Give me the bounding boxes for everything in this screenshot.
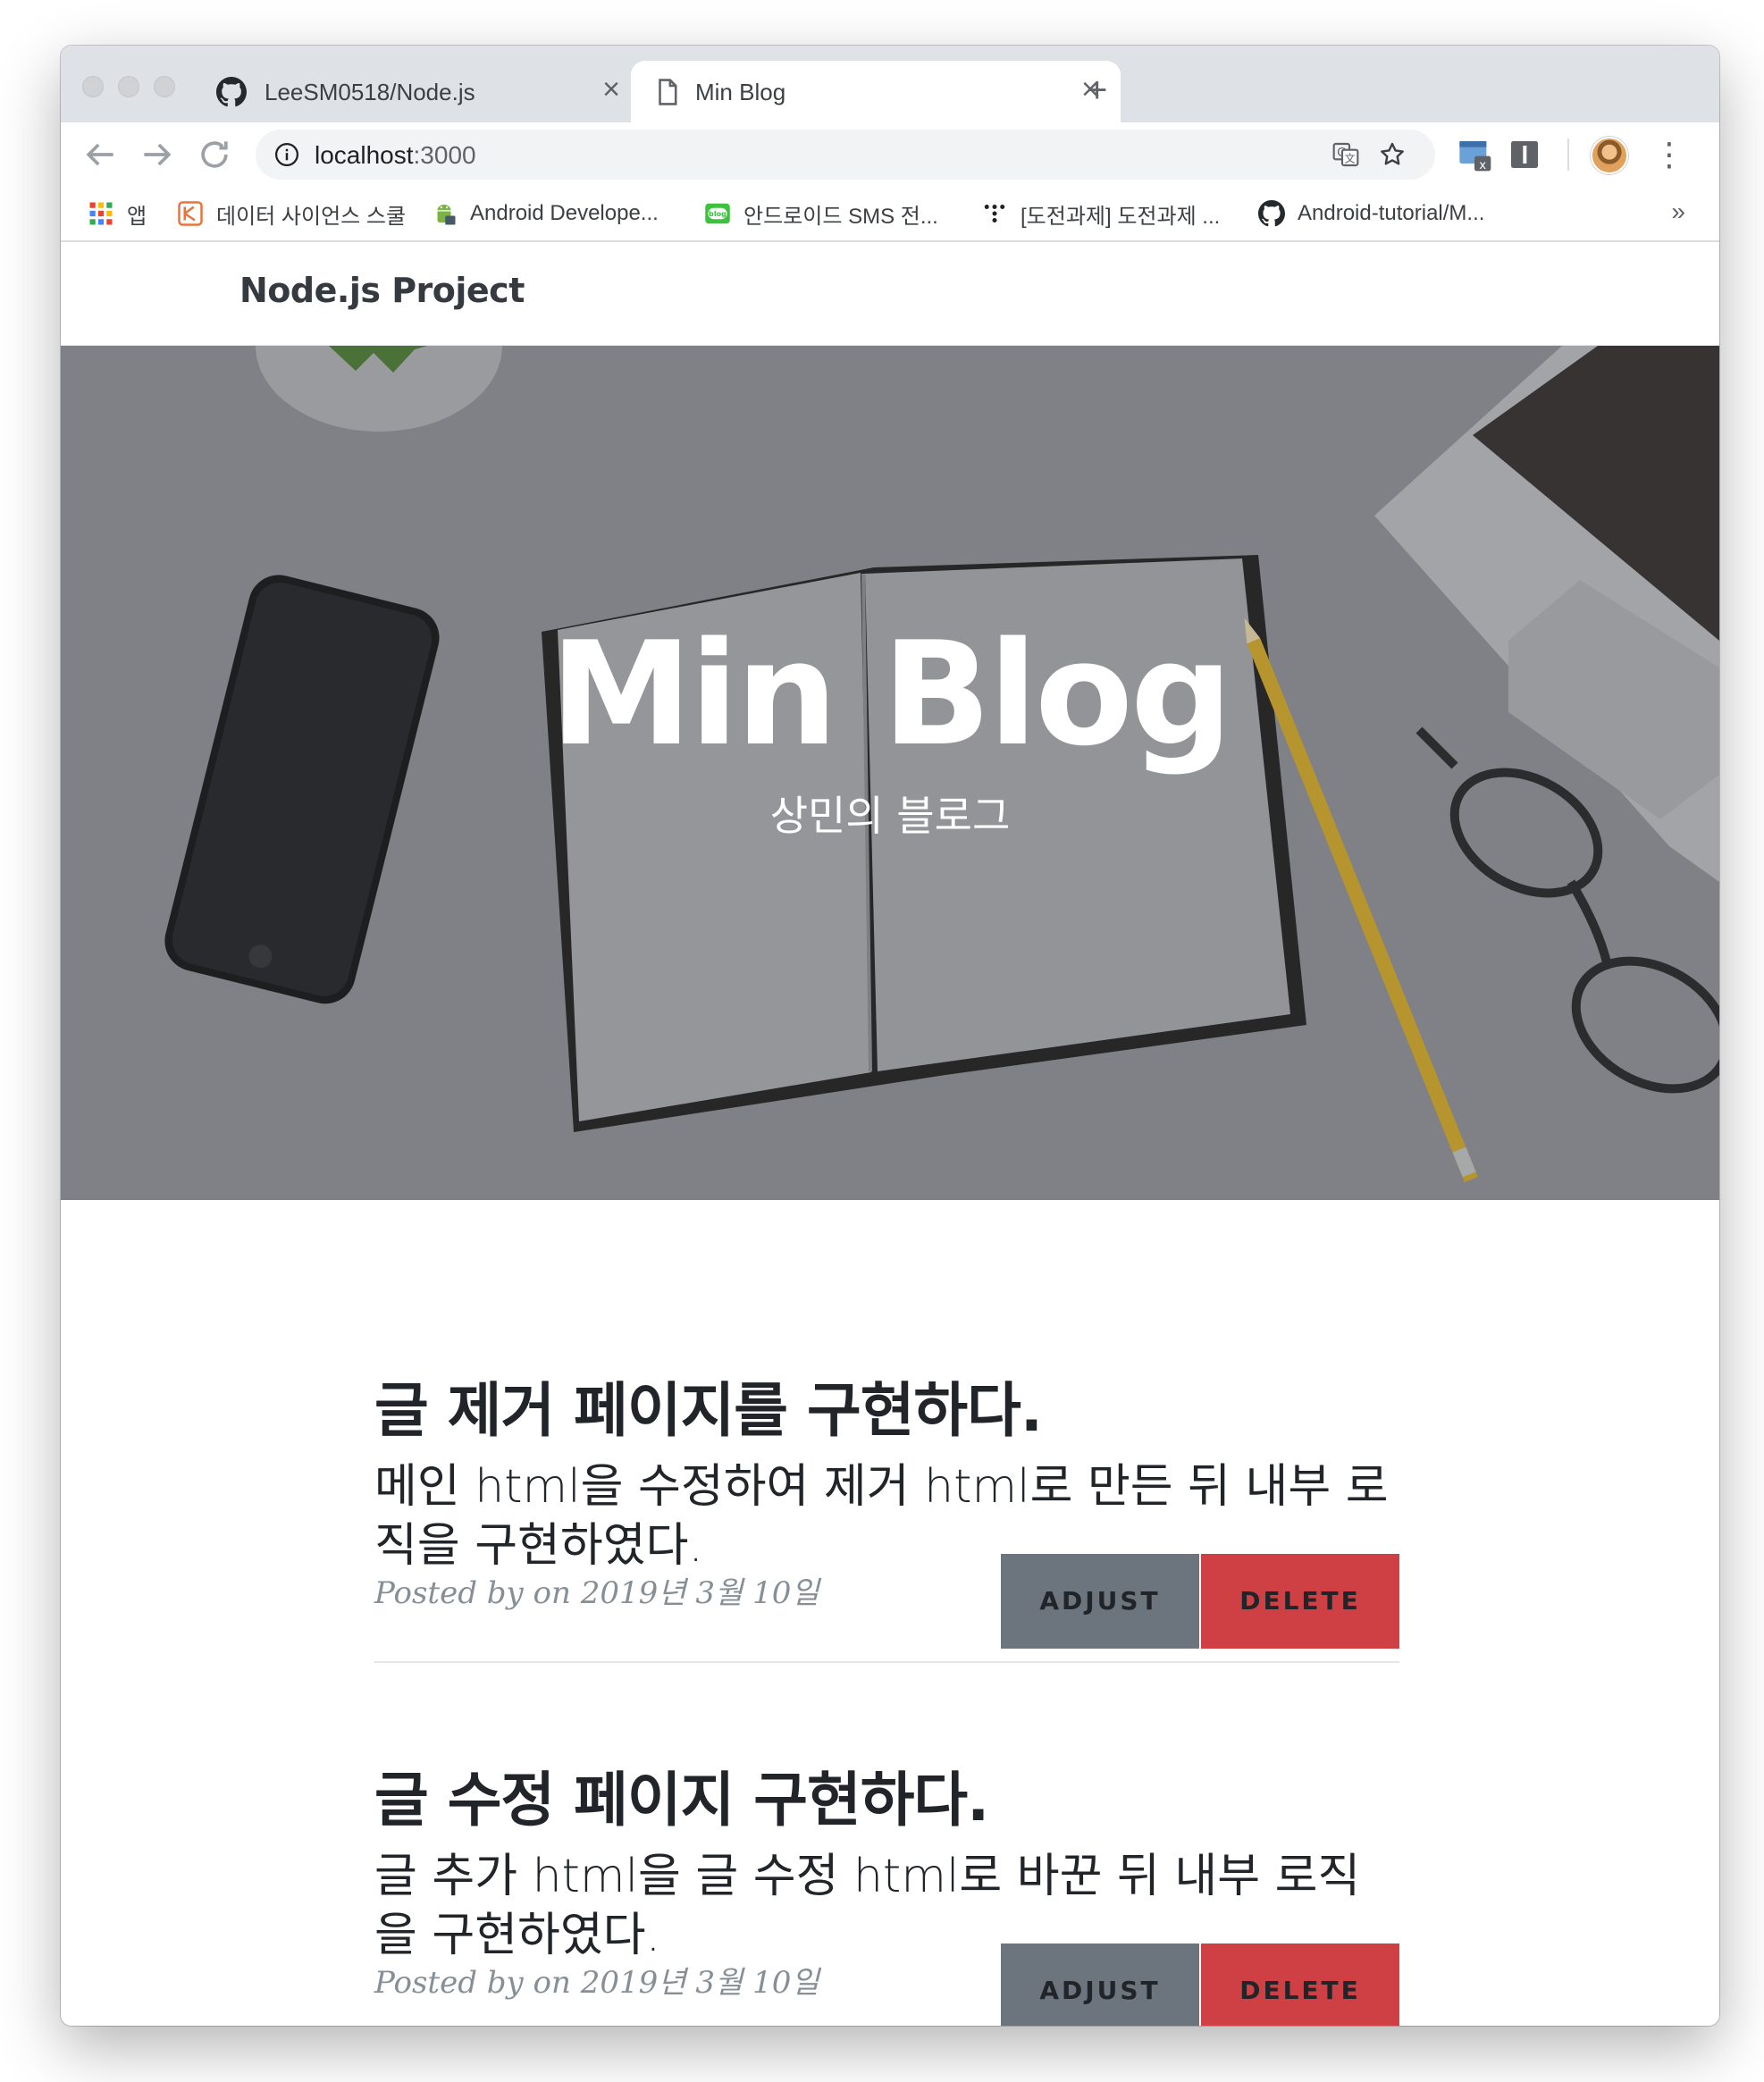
post-meta: Posted by on 2019년 3월 10일 xyxy=(374,1575,819,1611)
adjust-button[interactable]: ADJUST xyxy=(1001,1943,1199,2026)
extension-i-icon[interactable] xyxy=(1507,137,1542,172)
tab-title: Min Blog xyxy=(695,79,786,105)
tab-title: LeeSM0518/Node.js xyxy=(265,79,475,105)
tab-strip: LeeSM0518/Node.js × Min Blog × + xyxy=(61,46,1719,122)
post-meta: Posted by on 2019년 3월 10일 xyxy=(374,1965,819,2001)
android-icon xyxy=(437,205,456,225)
bookmark-datascience[interactable]: 데이터 사이언스 스쿨 xyxy=(177,199,407,229)
profile-avatar[interactable] xyxy=(1591,137,1628,174)
bookmarks-overflow-button[interactable]: » xyxy=(1671,197,1685,226)
bookmark-label: 앱 xyxy=(127,204,147,229)
translate-icon[interactable]: G 文 xyxy=(1331,140,1360,169)
post-preview: 글 수정 페이지 구현하다. 글 추가 html을 글 수정 html로 바꾼 … xyxy=(374,1763,1399,1965)
bookmark-challenge[interactable]: [도전과제] 도전과제 ... xyxy=(981,199,1221,229)
blog-icon: blog xyxy=(705,203,730,224)
reload-icon[interactable] xyxy=(195,135,234,174)
bookmark-android-developers[interactable]: Android Develope... xyxy=(431,199,659,228)
svg-text:文: 文 xyxy=(1345,152,1356,165)
bookmark-label: 안드로이드 SMS 전... xyxy=(743,204,938,229)
forward-icon[interactable] xyxy=(138,135,177,174)
adjust-button[interactable]: ADJUST xyxy=(1001,1554,1199,1649)
page-viewport[interactable]: Node.js Project Min Blog 상민의 블로그 글 제거 페이… xyxy=(61,244,1719,2026)
post-title[interactable]: 글 수정 페이지 구현하다. xyxy=(374,1763,1399,1838)
dots-icon xyxy=(984,205,1005,222)
post-preview: 글 제거 페이지를 구현하다. 메인 html을 수정하여 제거 html로 만… xyxy=(374,1373,1399,1575)
post-divider xyxy=(374,1661,1399,1663)
document-icon xyxy=(659,79,677,105)
masthead-hero: Min Blog 상민의 블로그 xyxy=(61,346,1719,1200)
github-icon xyxy=(216,77,247,107)
post-title[interactable]: 글 제거 페이지를 구현하다. xyxy=(374,1373,1399,1448)
url-text: localhost:3000 xyxy=(315,141,476,170)
browser-toolbar: localhost:3000 G 文 x ⋮ xyxy=(61,122,1719,187)
bookmark-apps[interactable]: 앱 xyxy=(88,199,147,229)
address-bar[interactable]: localhost:3000 G 文 xyxy=(256,130,1435,180)
extension-window-icon[interactable]: x xyxy=(1457,137,1492,172)
bookmarks-bar: 앱 데이터 사이언스 스쿨 Android Develope... blog 안… xyxy=(61,187,1719,242)
back-icon[interactable] xyxy=(80,135,120,174)
bookmark-label: Android Develope... xyxy=(470,201,659,225)
github-icon xyxy=(1258,200,1285,227)
post-footer: Posted by on 2019년 3월 10일 ADJUST DELETE xyxy=(374,1554,1399,1675)
apps-grid-icon xyxy=(89,202,113,225)
bookmark-android-tutorial[interactable]: Android-tutorial/M... xyxy=(1258,199,1484,228)
hero-title: Min Blog xyxy=(550,610,1233,777)
tab-min-blog[interactable]: Min Blog × xyxy=(631,61,1121,122)
bookmark-star-icon[interactable] xyxy=(1378,140,1407,169)
new-tab-button[interactable]: + xyxy=(1087,72,1107,108)
svg-text:x: x xyxy=(1479,159,1486,172)
site-navbar: Node.js Project xyxy=(61,244,1719,346)
hero-subtitle: 상민의 블로그 xyxy=(769,792,1011,840)
delete-button[interactable]: DELETE xyxy=(1201,1943,1399,2026)
url-host: localhost xyxy=(315,141,414,169)
info-icon[interactable] xyxy=(273,141,300,168)
bookmark-label: 데이터 사이언스 스쿨 xyxy=(216,204,407,229)
bookmark-android-sms[interactable]: blog 안드로이드 SMS 전... xyxy=(704,199,938,229)
site-brand[interactable]: Node.js Project xyxy=(239,271,525,310)
bookmark-label: Android-tutorial/M... xyxy=(1298,201,1485,225)
close-tab-icon[interactable]: × xyxy=(602,73,620,105)
bookmark-label: [도전과제] 도전과제 ... xyxy=(1021,204,1221,229)
menu-kebab-icon[interactable]: ⋮ xyxy=(1653,135,1685,174)
tab-github[interactable]: LeeSM0518/Node.js × xyxy=(61,61,631,122)
browser-window: LeeSM0518/Node.js × Min Blog × + localho… xyxy=(61,46,1719,2026)
post-footer: Posted by on 2019년 3월 10일 ADJUST DELETE xyxy=(374,1943,1399,2026)
toolbar-separator xyxy=(1567,139,1569,171)
svg-text:blog: blog xyxy=(709,209,727,218)
url-port: :3000 xyxy=(413,141,476,169)
datascience-icon xyxy=(178,201,203,226)
delete-button[interactable]: DELETE xyxy=(1201,1554,1399,1649)
